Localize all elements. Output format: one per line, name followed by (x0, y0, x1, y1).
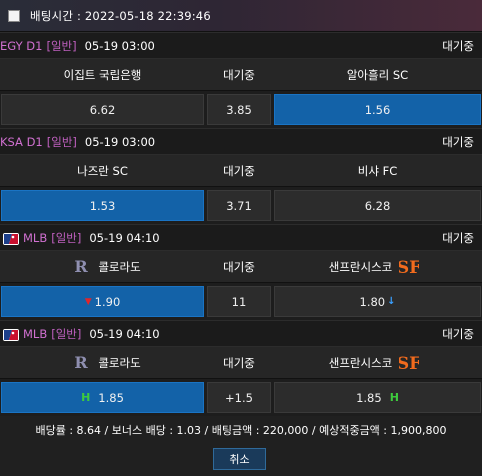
away-odds-button[interactable]: 1.56 (274, 94, 481, 125)
away-team-name: 샌프란시스코 (328, 355, 393, 370)
draw-label: 대기중 (223, 355, 255, 370)
league-name: KSA D1 (0, 134, 43, 149)
home-team-name: 콜로라도 (98, 355, 141, 370)
draw-label: 대기중 (223, 259, 255, 274)
mlb-logo-icon (3, 232, 19, 245)
odds-row: H 1.85 +1.5 1.85 H (0, 379, 482, 416)
match-block: KSA D1 [일반] 05-19 03:00 대기중 나즈란 SC 대기중 비… (0, 128, 482, 224)
handicap-marker: H (389, 391, 399, 404)
away-odds-value: 1.85 (356, 390, 382, 405)
home-team-name: 이집트 국립은행 (63, 67, 142, 82)
select-checkbox[interactable] (8, 9, 20, 22)
home-team-name: 나즈란 SC (77, 163, 128, 178)
giants-logo-icon: SF (398, 256, 420, 278)
team-names-row: R 콜로라도 대기중 샌프란시스코 SF (0, 251, 482, 283)
bet-type: [일반] (51, 230, 82, 245)
bet-time-bar: 배팅시간 : 2022-05-18 22:39:46 (0, 0, 482, 32)
svg-text:SF: SF (399, 354, 419, 373)
away-team-name: 샌프란시스코 (328, 259, 393, 274)
mlb-logo-icon (3, 328, 19, 341)
draw-odds-button[interactable]: 3.71 (207, 190, 271, 221)
svg-text:R: R (75, 257, 89, 276)
home-odds-value: 1.53 (89, 198, 116, 213)
match-time: 05-19 04:10 (89, 230, 160, 245)
team-names-row: R 콜로라도 대기중 샌프란시스코 SF (0, 347, 482, 379)
home-odds-value: 1.85 (98, 390, 124, 405)
odds-row: ▼ 1.90 11 1.80 ↓ (0, 283, 482, 320)
match-header: KSA D1 [일반] 05-19 03:00 대기중 (0, 128, 482, 155)
league-name: MLB (23, 326, 48, 341)
draw-odds-value: 3.71 (226, 198, 252, 213)
bet-summary: 배당률 : 8.64 / 보너스 배당 : 1.03 / 배팅금액 : 220,… (35, 424, 447, 437)
away-odds-button[interactable]: 6.28 (274, 190, 481, 221)
home-team-name: 콜로라도 (98, 259, 141, 274)
draw-odds-value: 11 (231, 294, 247, 309)
rockies-logo-icon: R (70, 352, 92, 374)
away-odds-button[interactable]: 1.80 ↓ (274, 286, 481, 317)
bet-time-label: 배팅시간 : 2022-05-18 22:39:46 (30, 8, 211, 23)
home-odds-button[interactable]: H 1.85 (1, 382, 204, 413)
cancel-button[interactable]: 취소 (213, 448, 266, 470)
match-header: MLB [일반] 05-19 04:10 대기중 (0, 224, 482, 251)
home-odds-button[interactable]: 6.62 (1, 94, 204, 125)
rockies-logo-icon: R (70, 256, 92, 278)
arrow-down-red-icon: ▼ (84, 296, 92, 307)
handicap-marker: H (81, 391, 91, 404)
away-odds-button[interactable]: 1.85 H (274, 382, 481, 413)
home-team: R 콜로라도 (0, 347, 205, 378)
league-name: EGY D1 (0, 38, 43, 53)
away-team: 샌프란시스코 SF (273, 347, 482, 378)
match-block: EGY D1 [일반] 05-19 03:00 대기중 이집트 국립은행 대기중… (0, 32, 482, 128)
match-block: MLB [일반] 05-19 04:10 대기중 R 콜로라도 대기중 샌프란시… (0, 320, 482, 416)
draw-odds-button[interactable]: 11 (207, 286, 271, 317)
match-block: MLB [일반] 05-19 04:10 대기중 R 콜로라도 대기중 샌프란시… (0, 224, 482, 320)
home-team: R 콜로라도 (0, 251, 205, 282)
odds-row: 1.53 3.71 6.28 (0, 187, 482, 224)
bet-type: [일반] (51, 326, 82, 341)
away-team-name: 비샤 FC (357, 163, 398, 178)
away-team: 샌프란시스코 SF (273, 251, 482, 282)
arrow-down-blue-icon: ↓ (387, 296, 396, 307)
league-name: MLB (23, 230, 48, 245)
odds-row: 6.62 3.85 1.56 (0, 91, 482, 128)
draw-label: 대기중 (223, 163, 255, 178)
home-odds-button[interactable]: ▼ 1.90 (1, 286, 204, 317)
handicap-line-value: +1.5 (225, 390, 253, 405)
bet-type: [일반] (46, 134, 77, 149)
svg-text:SF: SF (399, 258, 419, 277)
away-odds-value: 1.80 (359, 294, 386, 309)
team-names-row: 이집트 국립은행 대기중 알아흘리 SC (0, 59, 482, 91)
away-team-name: 알아흘리 SC (346, 67, 409, 82)
match-header: EGY D1 [일반] 05-19 03:00 대기중 (0, 32, 482, 59)
match-status: 대기중 (442, 230, 474, 245)
draw-odds-value: 3.85 (226, 102, 252, 117)
home-odds-value: 1.90 (94, 294, 121, 309)
away-odds-value: 1.56 (364, 102, 391, 117)
giants-logo-icon: SF (398, 352, 420, 374)
match-status: 대기중 (442, 134, 474, 149)
draw-odds-button[interactable]: 3.85 (207, 94, 271, 125)
team-names-row: 나즈란 SC 대기중 비샤 FC (0, 155, 482, 187)
match-time: 05-19 04:10 (89, 326, 160, 341)
match-header: MLB [일반] 05-19 04:10 대기중 (0, 320, 482, 347)
match-time: 05-19 03:00 (84, 134, 156, 149)
match-time: 05-19 03:00 (84, 38, 155, 53)
away-odds-value: 6.28 (364, 198, 391, 213)
home-odds-value: 6.62 (89, 102, 116, 117)
match-status: 대기중 (442, 38, 474, 53)
handicap-line-button[interactable]: +1.5 (207, 382, 271, 413)
match-status: 대기중 (442, 326, 474, 341)
home-odds-button[interactable]: 1.53 (1, 190, 204, 221)
draw-label: 대기중 (223, 67, 255, 82)
svg-text:R: R (75, 353, 89, 372)
bet-type: [일반] (46, 38, 77, 53)
